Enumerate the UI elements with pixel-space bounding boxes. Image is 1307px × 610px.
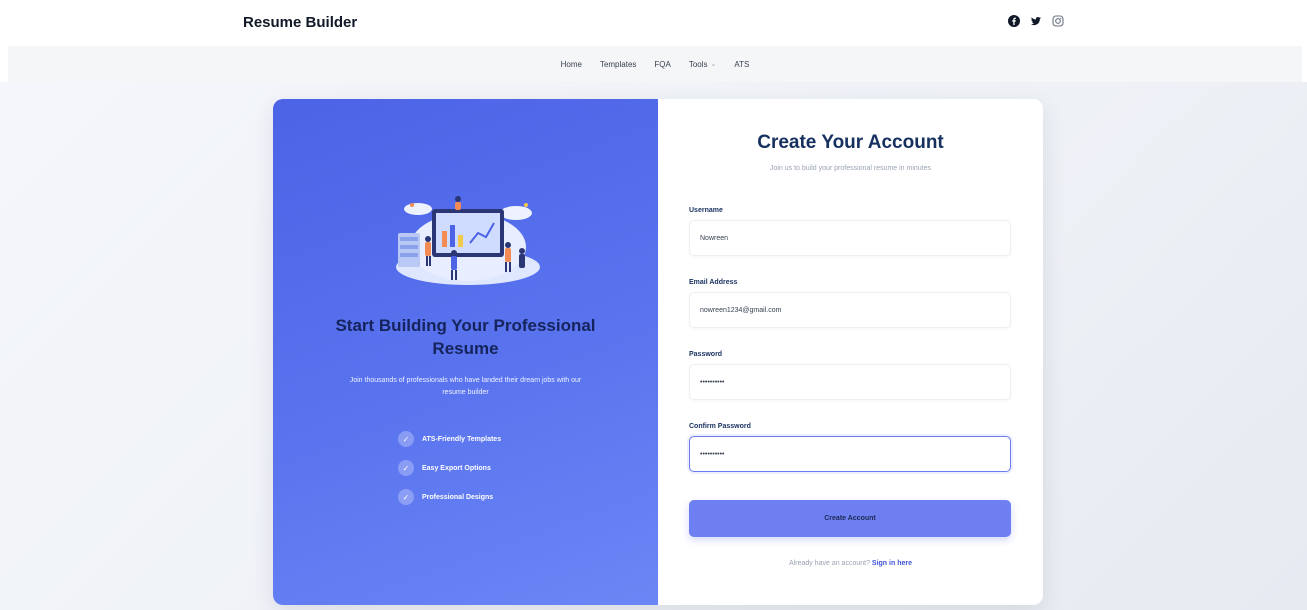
signin-row: Already have an account? Sign in here [658,560,1043,567]
confirm-password-label: Confirm Password [689,423,751,430]
nav-templates-label: Templates [599,59,637,69]
feature-label: Easy Export Options [422,464,491,472]
chevron-down-icon: ⌄ [710,61,717,68]
feature-item: ✓ Professional Designs [398,489,501,505]
form-subtitle: Join us to build your professional resum… [769,165,932,172]
nav-home-label: Home [560,59,582,69]
email-input[interactable]: nowreen1234@gmail.com [689,292,1011,328]
email-group: Email Address nowreen1234@gmail.com [689,279,1011,328]
email-label: Email Address [689,279,738,286]
check-circle-icon: ✓ [398,460,414,476]
promo-title: Start Building Your Professional Resume [335,316,596,358]
feature-list: ✓ ATS-Friendly Templates ✓ Easy Export O… [398,431,501,505]
signin-link[interactable]: Sign in here [872,560,912,567]
feature-label: ATS-Friendly Templates [422,435,502,443]
username-label: Username [689,207,723,214]
team-illustration [396,196,540,285]
nav-ats-label: ATS [734,59,750,69]
promo-subtitle: Join thousands of professionals who have… [349,377,582,396]
signup-card: Start Building Your Professional Resume … [273,99,1043,605]
nav-fqa[interactable]: FQA [654,60,670,69]
signin-prompt: Already have an account? [789,560,870,567]
check-circle-icon: ✓ [398,431,414,447]
social-links [1008,14,1064,27]
top-bar: Resume Builder [0,0,1307,46]
feature-item: ✓ ATS-Friendly Templates [398,431,501,447]
password-label: Password [689,351,723,358]
twitter-icon[interactable] [1030,14,1042,26]
username-input[interactable]: Nowreen [689,220,1011,256]
password-group: Password •••••••••• [689,351,1011,400]
nav-home[interactable]: Home [561,60,582,69]
nav-tools[interactable]: Tools ⌄ [689,60,717,69]
facebook-icon[interactable] [1008,14,1020,27]
confirm-password-input[interactable]: •••••••••• [689,436,1011,472]
confirm-password-group: Confirm Password •••••••••• [689,423,1011,472]
signup-form: Create Your Account Join us to build you… [658,99,1043,605]
main-nav: Home Templates FQA Tools ⌄ ATS [8,46,1302,82]
instagram-icon[interactable] [1052,14,1064,27]
feature-label: Professional Designs [422,493,494,501]
create-account-button[interactable]: Create Account [689,500,1011,537]
nav-fqa-label: FQA [654,59,671,69]
promo-panel: Start Building Your Professional Resume … [273,99,658,605]
feature-item: ✓ Easy Export Options [398,460,501,476]
username-group: Username Nowreen [689,207,1011,256]
form-title: Create Your Account [757,132,944,153]
check-circle-icon: ✓ [398,489,414,505]
brand-logo[interactable]: Resume Builder [243,14,357,31]
nav-ats[interactable]: ATS [734,60,749,69]
nav-templates[interactable]: Templates [600,60,636,69]
nav-tools-label: Tools [688,59,708,69]
password-input[interactable]: •••••••••• [689,364,1011,400]
